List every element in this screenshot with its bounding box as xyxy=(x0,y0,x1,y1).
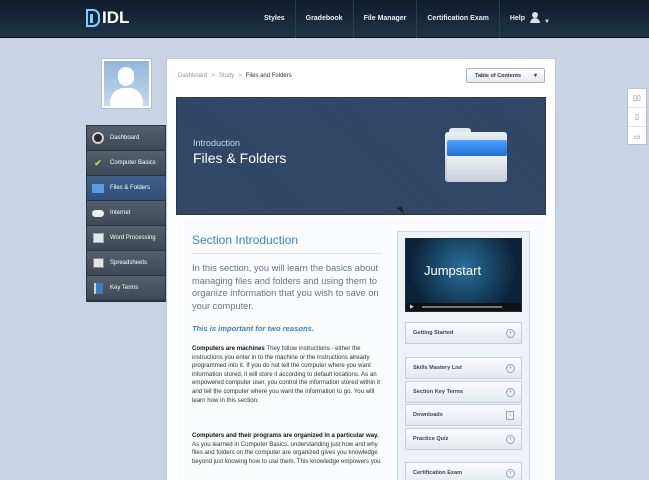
folder-illustration-icon xyxy=(445,128,509,184)
breadcrumb-current: Files and Folders xyxy=(245,73,292,79)
section-banner: Introduction Files & Folders xyxy=(176,97,546,215)
sidebar-item-word-processing[interactable]: Word Processing xyxy=(87,226,165,251)
video-title: Jumpstart xyxy=(424,263,482,278)
top-navigation-bar: IDL Styles Gradebook File Manager Certif… xyxy=(0,0,649,38)
chevron-down-icon: ▾ xyxy=(533,73,537,79)
paragraph-organized: Computers and their programs are organiz… xyxy=(192,432,385,466)
nav-file-manager[interactable]: File Manager xyxy=(352,0,417,38)
section-title: Section Introduction xyxy=(192,233,299,247)
paragraph-heading: Computers and their programs are organiz… xyxy=(192,432,379,439)
arrow-right-icon: › xyxy=(506,435,515,444)
video-progress-bar[interactable] xyxy=(422,306,502,308)
section-lead: In this section, you will learn the basi… xyxy=(192,263,379,311)
paragraph-text: As you learned in Computer Basics, under… xyxy=(192,440,381,465)
nav-certification-exam[interactable]: Certification Exam xyxy=(416,0,498,38)
button-label: Downloads xyxy=(413,412,443,418)
breadcrumb-separator: > xyxy=(211,73,215,79)
table-of-contents-dropdown[interactable]: Table of Contents ▾ xyxy=(466,68,545,83)
play-icon[interactable]: ▶ xyxy=(410,304,414,310)
divider xyxy=(192,253,382,254)
logo-text: IDL xyxy=(102,8,130,27)
dashboard-icon xyxy=(92,132,104,144)
button-label: Skills Mastery List xyxy=(413,365,462,371)
chevron-down-icon: ▼ xyxy=(544,19,550,25)
paragraph-computers-are-machines: Computers are machines They follow instr… xyxy=(192,345,385,405)
banner-title: Files & Folders xyxy=(193,150,287,166)
button-label: Section Key Terms xyxy=(413,389,463,395)
button-label: Certification Exam xyxy=(413,470,463,476)
sidebar-item-dashboard[interactable]: Dashboard xyxy=(87,126,165,151)
arrow-right-icon: › xyxy=(506,388,515,397)
arrow-right-icon: › xyxy=(506,469,515,478)
page-icon[interactable]: ▯ xyxy=(628,108,646,127)
important-note: This is important for two reasons. xyxy=(192,324,314,333)
spreadsheet-icon xyxy=(92,258,104,268)
practice-quiz-button[interactable]: Practice Quiz › xyxy=(405,428,522,450)
banner-kicker: Introduction xyxy=(193,138,241,148)
cloud-icon xyxy=(92,209,104,217)
document-icon[interactable]: ▭ xyxy=(628,127,646,146)
certification-exam-button[interactable]: Certification Exam › xyxy=(405,462,522,480)
document-icon xyxy=(92,233,104,243)
sidebar-item-label: Files & Folders xyxy=(110,185,151,191)
sidebar-item-label: Computer Basics xyxy=(110,160,156,166)
book-icon xyxy=(93,282,103,294)
sidebar-item-computer-basics[interactable]: ✔ Computer Basics xyxy=(87,151,165,176)
sidebar-item-spreadsheets[interactable]: Spreadsheets xyxy=(87,251,165,276)
breadcrumb-separator: > xyxy=(238,73,242,79)
sidebar-item-label: Word Processing xyxy=(110,235,156,241)
paragraph-heading: Computers are machines xyxy=(192,345,265,352)
profile-avatar[interactable] xyxy=(101,58,152,109)
folder-icon xyxy=(92,183,104,193)
floating-toolbar: ▯▯ ▯ ▭ xyxy=(627,88,647,145)
logo-mark-icon xyxy=(86,9,100,27)
sidebar-item-label: Dashboard xyxy=(110,135,140,141)
sidebar-item-key-terms[interactable]: Key Terms xyxy=(87,276,165,301)
downloads-button[interactable]: Downloads ↓ xyxy=(405,404,522,426)
download-icon: ↓ xyxy=(506,411,514,420)
breadcrumb-dashboard[interactable]: Dashboard xyxy=(178,73,207,79)
sidebar-item-internet[interactable]: Internet xyxy=(87,201,165,226)
video-player[interactable]: Jumpstart ▶ xyxy=(405,238,522,312)
sidebar-item-label: Internet xyxy=(110,210,131,216)
course-sidebar: Dashboard ✔ Computer Basics Files & Fold… xyxy=(86,125,171,302)
user-menu-icon[interactable]: ▼ xyxy=(528,12,552,26)
arrow-right-icon: › xyxy=(506,329,515,338)
sidebar-item-label: Spreadsheets xyxy=(110,260,148,266)
breadcrumb: Dashboard > Study > Files and Folders xyxy=(178,73,292,79)
pause-icon[interactable]: ▯▯ xyxy=(628,89,646,108)
getting-started-button[interactable]: Getting Started › xyxy=(405,322,522,344)
section-key-terms-button[interactable]: Section Key Terms › xyxy=(405,381,522,403)
main-nav: Styles Gradebook File Manager Certificat… xyxy=(254,0,535,38)
skills-mastery-list-button[interactable]: Skills Mastery List › xyxy=(405,357,522,379)
button-label: Getting Started xyxy=(413,330,454,336)
arrow-right-icon: › xyxy=(506,364,515,373)
idl-logo[interactable]: IDL xyxy=(86,8,129,28)
nav-styles[interactable]: Styles xyxy=(254,0,295,38)
sidebar-item-label: Key Terms xyxy=(110,285,139,291)
paragraph-text: They follow instructions - either the in… xyxy=(192,345,380,404)
button-label: Practice Quiz xyxy=(413,436,449,442)
toc-label: Table of Contents xyxy=(475,72,522,79)
breadcrumb-study[interactable]: Study xyxy=(219,73,234,79)
nav-gradebook[interactable]: Gradebook xyxy=(294,0,353,38)
check-icon: ✔ xyxy=(94,157,102,168)
sidebar-item-files-folders[interactable]: Files & Folders xyxy=(87,176,171,201)
